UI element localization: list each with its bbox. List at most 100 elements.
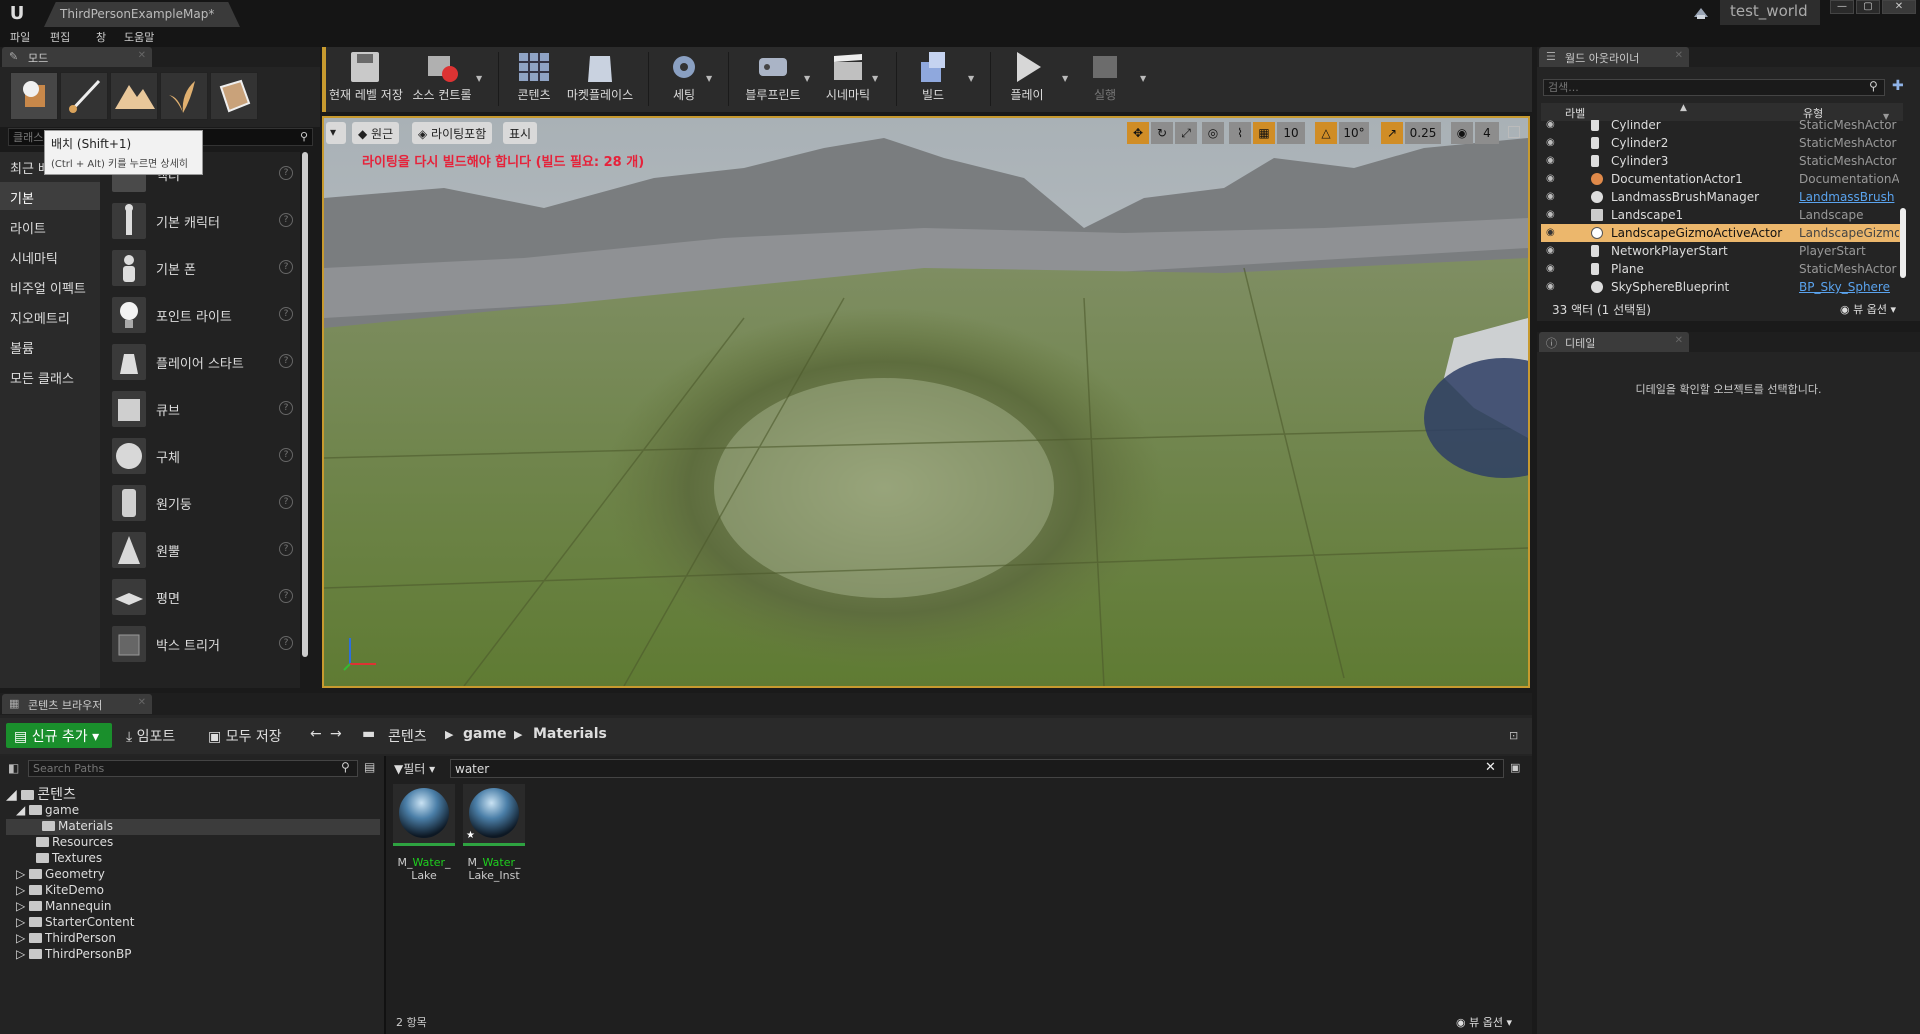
scale-snap-icon[interactable]: ↗ [1381,122,1403,144]
outliner-row-selected[interactable]: ◉ LandscapeGizmoActiveActor LandscapeGizmo [1541,224,1903,242]
asset-tile[interactable]: ★ [463,784,525,846]
geometry-mode-button[interactable] [210,72,258,120]
notification-icon[interactable] [1692,5,1710,21]
help-icon[interactable]: ? [279,307,293,321]
grid-snap-icon[interactable]: ▦ [1253,122,1275,144]
launch-button[interactable]: 실행 [1069,50,1141,108]
outliner-row[interactable]: ◉ Plane StaticMeshActor [1541,260,1903,278]
category-geometry[interactable]: 지오메트리 [0,302,100,330]
tree-item-mannequin[interactable]: ▷ Mannequin [0,899,384,915]
add-filter-icon[interactable]: ✚ [1892,78,1904,94]
play-button[interactable]: 플레이 [991,50,1063,108]
breadcrumb-arrow-icon[interactable]: ▶ [514,728,522,741]
grid-snap-value[interactable]: 10 [1277,122,1305,144]
help-icon[interactable]: ? [279,354,293,368]
actor-type-link[interactable]: BP_Sky_Sphere [1799,280,1899,294]
outliner-row[interactable]: ◉ NetworkPlayerStart PlayerStart [1541,242,1903,260]
outliner-row[interactable]: ◉ DocumentationActor1 DocumentationAc [1541,170,1903,188]
maximize-button[interactable]: ▢ [1856,0,1880,14]
close-icon[interactable]: ✕ [1675,50,1683,61]
place-item[interactable]: 포인트 라이트? [106,293,300,337]
scale-snap-value[interactable]: 0.25 [1405,122,1441,144]
tree-item-textures[interactable]: Textures [0,851,384,867]
camera-speed-value[interactable]: 4 [1475,122,1499,144]
close-icon[interactable]: ✕ [138,50,146,61]
tree-item-resources[interactable]: Resources [0,835,384,851]
modes-scrollbar[interactable] [302,152,308,657]
close-icon[interactable]: ✕ [138,697,146,708]
content-browser-tab[interactable]: ▦ 콘텐츠 브라우저 ✕ [2,694,152,714]
rotate-tool-icon[interactable]: ↻ [1151,122,1173,144]
menu-help[interactable]: 도움말 [124,29,154,45]
lock-icon[interactable]: ⊡ [1509,729,1521,742]
category-all-classes[interactable]: 모든 클래스 [0,362,100,390]
category-visual-effects[interactable]: 비주얼 이펙트 [0,272,100,300]
category-volumes[interactable]: 볼륨 [0,332,100,360]
outliner-row[interactable]: ◉ Cylinder2 StaticMeshActor [1541,134,1903,152]
path-crumb-materials[interactable]: Materials [533,726,607,742]
menu-edit[interactable]: 편집 [50,29,70,45]
source-control-button[interactable]: 소스 컨트롤 [406,50,478,108]
place-item[interactable]: 플레이어 스타트? [106,340,300,384]
level-viewport[interactable] [322,116,1530,688]
close-icon[interactable]: ✕ [1675,335,1683,346]
tree-item-content[interactable]: ◢ 콘텐츠 [0,784,384,803]
help-icon[interactable]: ? [279,589,293,603]
help-icon[interactable]: ? [279,401,293,415]
menu-file[interactable]: 파일 [10,29,30,45]
outliner-row[interactable]: ◉ Landscape1 Landscape [1541,206,1903,224]
show-button[interactable]: 표시 [503,122,538,144]
dropdown-arrow-icon[interactable]: ▼ [476,74,482,83]
outliner-row[interactable]: ◉ Cylinder StaticMeshActor [1541,120,1903,134]
clear-search-icon[interactable]: ✕ [1485,760,1496,775]
perspective-button[interactable]: ◆ 원근 [352,122,400,144]
unreal-logo-icon[interactable]: U [6,3,28,25]
outliner-tab[interactable]: ☰ 월드 아웃라이너 ✕ [1539,47,1689,67]
place-mode-button[interactable] [10,72,58,120]
landscape-mode-button[interactable] [110,72,158,120]
outliner-search-input[interactable] [1543,79,1885,96]
details-tab[interactable]: ⓘ 디테일 ✕ [1539,332,1689,352]
outliner-row[interactable]: ◉ LandmassBrushManager LandmassBrush [1541,188,1903,206]
collapse-sources-icon[interactable]: ◧ [8,761,19,775]
history-back-button[interactable]: ← [310,726,322,742]
save-search-icon[interactable]: ▣ [1510,761,1520,774]
save-level-button[interactable]: 현재 레벨 저장 [329,50,403,108]
camera-speed-icon[interactable]: ◉ [1451,122,1473,144]
tree-item-thirdperson[interactable]: ▷ ThirdPerson [0,931,384,947]
dropdown-arrow-icon[interactable]: ▼ [706,74,712,83]
import-button[interactable]: ⤓ 임포트 [126,726,175,746]
content-button[interactable]: 콘텐츠 [498,50,570,108]
tree-item-thirdpersonbp[interactable]: ▷ ThirdPersonBP [0,947,384,963]
help-icon[interactable]: ? [279,213,293,227]
history-forward-button[interactable]: → [330,726,342,742]
search-icon[interactable]: ⚲ [1869,79,1878,93]
dropdown-arrow-icon[interactable]: ▼ [872,74,878,83]
actor-type-link[interactable]: LandmassBrush [1799,190,1899,204]
outliner-col-type[interactable]: 유형 [1803,105,1823,121]
tree-item-materials[interactable]: Materials [6,819,380,835]
dropdown-arrow-icon[interactable]: ▼ [1062,74,1068,83]
search-paths-input[interactable] [28,760,358,777]
outliner-col-label[interactable]: 라벨 [1565,105,1585,121]
help-icon[interactable]: ? [279,166,293,180]
view-mode-button[interactable]: ◈ 라이팅포함 [412,122,493,144]
search-icon[interactable]: ⚲ [341,760,350,774]
place-item[interactable]: 기본 폰? [106,246,300,290]
add-new-button[interactable]: ▤ 신규 추가 ▾ [6,723,112,748]
minimize-button[interactable]: — [1830,0,1854,14]
rotation-snap-icon[interactable]: △ [1315,122,1337,144]
dropdown-arrow-icon[interactable]: ▼ [804,74,810,83]
visibility-eye-icon[interactable]: ◉ [1546,245,1558,256]
help-icon[interactable]: ? [279,636,293,650]
outliner-view-options[interactable]: ◉ 뷰 옵션 ▾ [1840,301,1896,317]
viewport-options-button[interactable]: ▾ [326,122,346,144]
visibility-eye-icon[interactable]: ◉ [1546,191,1558,202]
visibility-eye-icon[interactable]: ◉ [1546,120,1558,130]
help-icon[interactable]: ? [279,542,293,556]
tree-options-icon[interactable]: ▤ [364,760,375,774]
modes-tab[interactable]: ✎ 모드 ✕ [2,47,152,67]
paint-mode-button[interactable] [60,72,108,120]
foliage-mode-button[interactable] [160,72,208,120]
save-all-button[interactable]: ▣ 모두 저장 [208,726,282,746]
